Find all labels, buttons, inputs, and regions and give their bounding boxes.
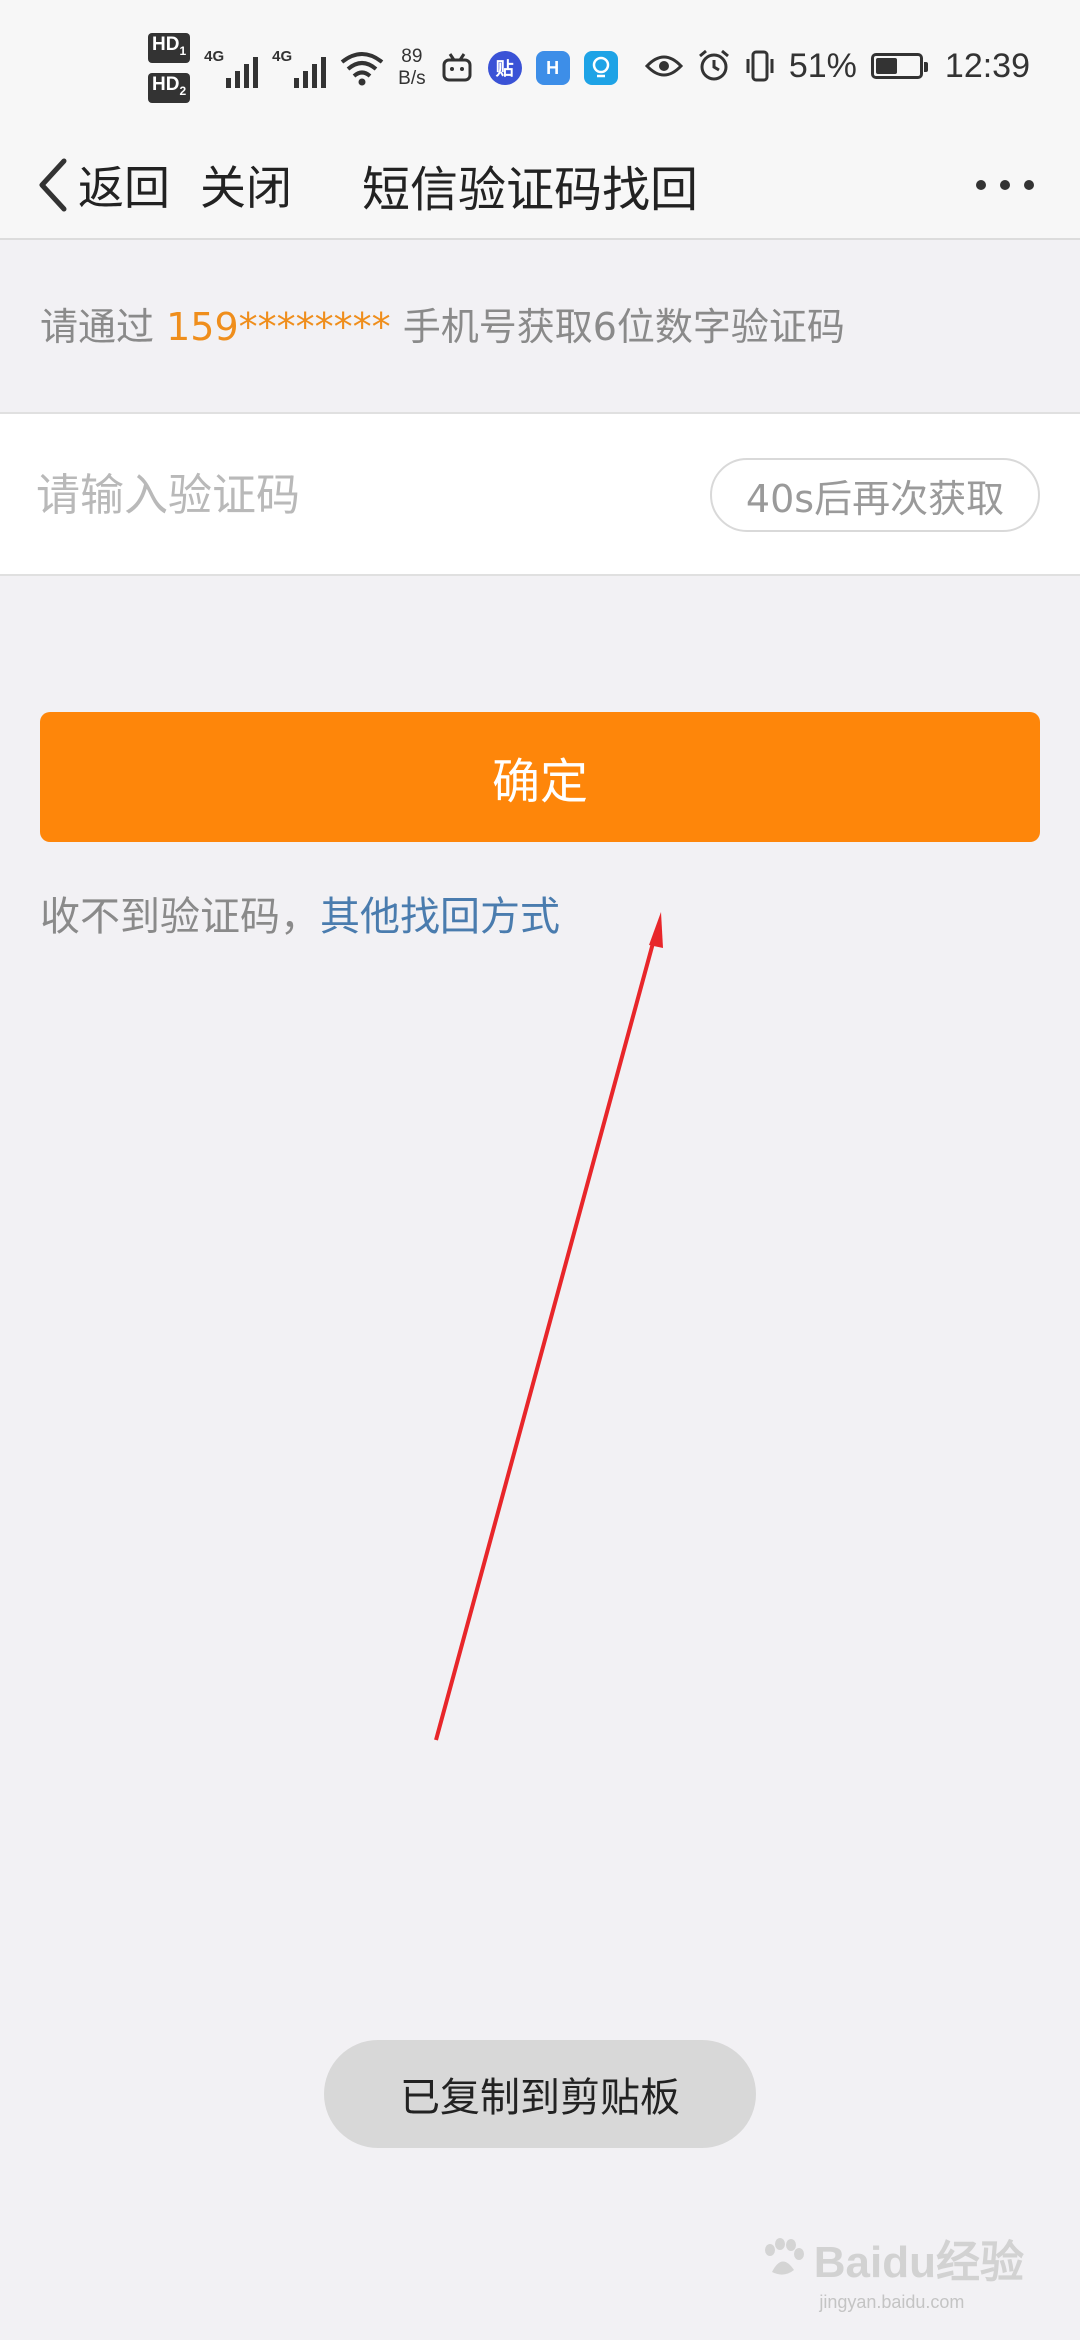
clock: 12:39 — [944, 46, 1030, 85]
alarm-icon — [698, 49, 729, 81]
vibrate-icon — [746, 50, 774, 82]
arrow-head — [649, 912, 663, 948]
hint-suffix: 手机号获取6位数字验证码 — [390, 305, 845, 349]
paw-icon — [764, 2238, 804, 2275]
battery-fill — [875, 58, 897, 74]
wifi-icon — [340, 52, 384, 86]
baidu-watermark: Baidu经验 jingyan.baidu.com — [760, 2226, 1024, 2313]
hint-prefix: 请通过 — [40, 305, 167, 349]
toast-message: 已复制到剪贴板 — [324, 2040, 756, 2148]
status-bar: HD1 HD2 4G 4G 89 B/s 贴 H 51% 12:39 — [0, 0, 1080, 132]
more-button[interactable] — [960, 152, 1050, 218]
arrow-shaft — [434, 931, 658, 1741]
speed-value: 89 — [401, 46, 423, 67]
watermark-url: jingyan.baidu.com — [819, 2292, 965, 2312]
bulb-icon — [583, 51, 618, 85]
network-type-label: 4G — [272, 48, 293, 65]
battery-icon — [870, 53, 928, 79]
hd-icon: HD1 — [148, 33, 191, 63]
hd1-sub: 1 — [179, 44, 187, 58]
status-bar-left: HD1 HD2 4G 4G 89 B/s 贴 H — [148, 28, 618, 108]
more-dot-icon — [1024, 180, 1034, 190]
back-button[interactable]: 返回 — [34, 142, 170, 228]
alt-prefix: 收不到验证码， — [40, 894, 320, 940]
back-label: 返回 — [78, 161, 170, 215]
verification-code-input[interactable] — [34, 444, 658, 546]
signal-icon: 4G — [204, 48, 259, 88]
annotation-arrow — [434, 912, 663, 1741]
hd2-sub: 2 — [179, 83, 187, 98]
close-button[interactable]: 关闭 — [200, 142, 292, 228]
code-input-card: 40s后再次获取 — [0, 412, 1080, 576]
hd2-label: HD — [152, 74, 180, 95]
status-bar-right: 51% 12:39 — [644, 36, 1030, 96]
battery-percent: 51% — [788, 46, 857, 85]
confirm-button[interactable]: 确定 — [40, 712, 1040, 842]
bilibili-icon — [442, 53, 472, 82]
network-speed: 89 B/s — [398, 46, 425, 90]
hd1-label: HD — [152, 34, 180, 56]
masked-phone: 159******** — [166, 305, 391, 349]
signal-icon: 4G — [272, 48, 327, 88]
hd-indicators: HD1 HD2 — [148, 33, 191, 103]
resend-code-button[interactable]: 40s后再次获取 — [710, 458, 1040, 532]
more-dot-icon — [976, 180, 986, 190]
alternative-recovery-line: 收不到验证码，其他找回方式 — [40, 884, 560, 942]
nav-bar: 返回 关闭 短信验证码找回 — [0, 132, 1080, 240]
speed-unit: B/s — [398, 68, 426, 89]
eye-icon — [644, 55, 683, 77]
watermark-logo-text: Baidu经验 — [813, 2238, 1024, 2287]
app-icon: H — [535, 51, 570, 85]
chevron-left-icon — [39, 158, 67, 212]
tieba-icon: 贴 — [487, 51, 522, 85]
network-type-label: 4G — [204, 48, 225, 65]
hd-icon: HD2 — [148, 73, 191, 103]
baidu-logo: Baidu经验 — [760, 2226, 1024, 2290]
more-dot-icon — [1000, 180, 1010, 190]
page-title: 短信验证码找回 — [362, 162, 699, 218]
other-recovery-link[interactable]: 其他找回方式 — [320, 894, 560, 940]
sms-hint: 请通过 159******** 手机号获取6位数字验证码 — [40, 296, 845, 351]
